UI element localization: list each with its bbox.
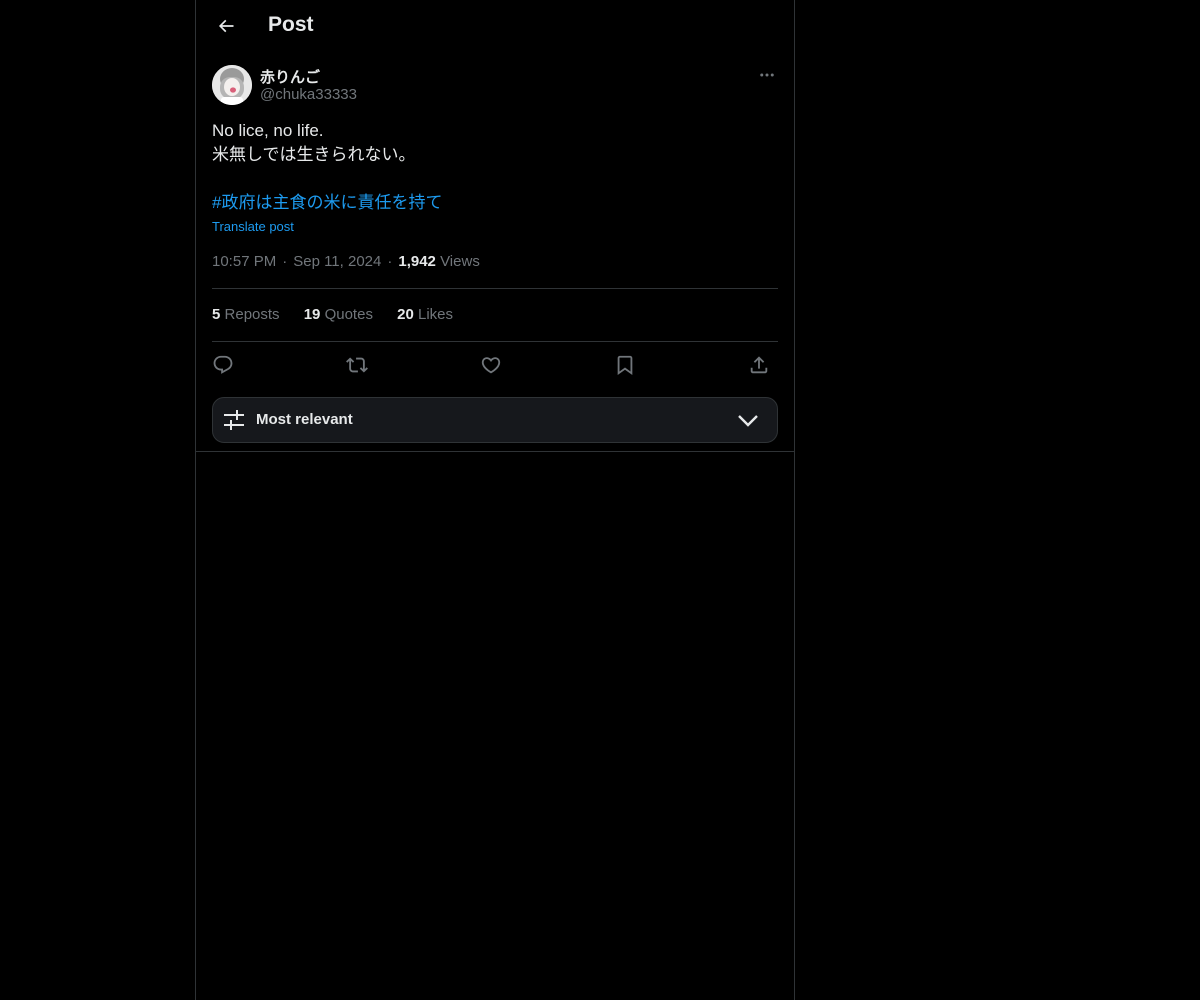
sort-label: Most relevant (256, 411, 353, 428)
like-icon (481, 357, 501, 374)
page-title: Post (268, 13, 314, 36)
views-label: Views (440, 253, 480, 270)
chevron-down-icon (738, 415, 758, 427)
bookmark-icon (617, 355, 633, 376)
views-count: 1,942 (398, 253, 436, 270)
post-text-line: No lice, no life. (212, 121, 324, 140)
post-author: 赤りんご @chuka33333 (212, 64, 778, 106)
hashtag-link[interactable]: #政府は主食の米に責任を持て (212, 191, 778, 215)
author-name[interactable]: 赤りんご (260, 66, 320, 87)
bookmark-button[interactable] (612, 352, 638, 378)
more-horizontal-icon (760, 73, 774, 77)
quotes-stat[interactable]: 19 Quotes (304, 306, 373, 323)
arrow-left-icon (218, 19, 234, 33)
likes-stat[interactable]: 20 Likes (397, 306, 453, 323)
reposts-stat[interactable]: 5 Reposts (212, 306, 280, 323)
translate-post-link[interactable]: Translate post (212, 219, 294, 234)
avatar[interactable] (212, 65, 252, 105)
divider (212, 341, 778, 342)
page-header: Post (196, 0, 794, 53)
repost-icon (346, 357, 368, 373)
like-button[interactable] (478, 352, 504, 378)
more-options-button[interactable] (756, 64, 778, 86)
author-handle[interactable]: @chuka33333 (260, 86, 357, 103)
share-button[interactable] (746, 352, 772, 378)
filter-sliders-icon (224, 410, 244, 430)
post-stats: 5 Reposts 19 Quotes 20 Likes (212, 306, 473, 323)
reply-button[interactable] (210, 352, 236, 378)
post-time[interactable]: 10:57 PM (212, 253, 276, 270)
post-date[interactable]: Sep 11, 2024 (293, 253, 381, 270)
post-text: No lice, no life. 米無しでは生きられない。 #政府は主食の米に… (212, 119, 778, 215)
reply-sort-dropdown[interactable]: Most relevant (212, 397, 778, 443)
main-column: Post 赤りんご @chuka33333 No lice, no life. … (195, 0, 795, 1000)
repost-button[interactable] (344, 352, 370, 378)
divider (196, 451, 794, 452)
share-icon (750, 356, 768, 374)
post-meta: 10:57 PM · Sep 11, 2024 · 1,942 Views (212, 253, 480, 270)
back-button[interactable] (208, 8, 244, 44)
post-text-line: 米無しでは生きられない。 (212, 145, 416, 164)
divider (212, 288, 778, 289)
post-actions (212, 352, 778, 378)
reply-icon (213, 355, 233, 374)
